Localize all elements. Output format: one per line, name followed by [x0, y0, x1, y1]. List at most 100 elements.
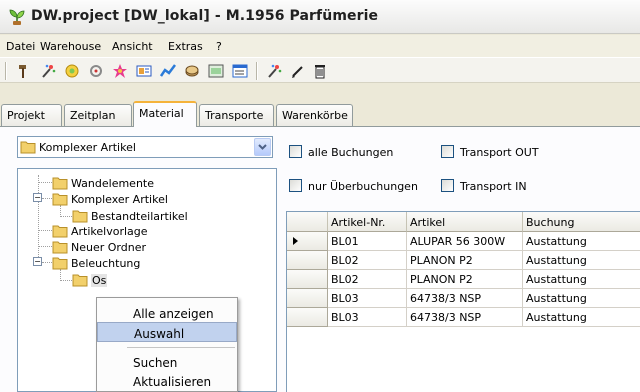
tree-connector — [38, 246, 52, 247]
lightbulb-star-icon[interactable] — [62, 61, 82, 81]
trash-icon[interactable] — [310, 61, 330, 81]
tree-node-label: Neuer Ordner — [71, 240, 146, 254]
menu-ansicht[interactable]: Ansicht — [112, 40, 153, 53]
toolbar-separator — [256, 62, 258, 80]
table-cell[interactable]: BL02 — [328, 251, 407, 270]
menu-bar: Datei Warehouse Ansicht Extras ? — [0, 35, 640, 57]
grid-corner — [287, 212, 328, 232]
row-header[interactable] — [287, 289, 328, 308]
menu-datei[interactable]: Datei — [6, 40, 35, 53]
star-burst-icon[interactable] — [110, 61, 130, 81]
table-cell[interactable]: ALUPAR 56 300W — [407, 232, 523, 251]
folder-icon — [20, 141, 36, 154]
category-combo[interactable]: Komplexer Artikel — [17, 136, 273, 158]
tree-node-label: Bestandteilartikel — [91, 209, 188, 223]
label-nur-ueberbuchungen: nur Überbuchungen — [308, 180, 418, 193]
tools-icon[interactable] — [86, 61, 106, 81]
title-bar: DW.project [DW_lokal] - M.1956 Parfümeri… — [0, 0, 640, 34]
row-header[interactable] — [287, 308, 328, 327]
tree-connector — [38, 182, 52, 183]
menu-separator — [127, 347, 235, 348]
table-cell[interactable]: Austattung — [523, 232, 640, 251]
label-alle-buchungen: alle Buchungen — [308, 146, 394, 159]
list-window-icon[interactable] — [230, 61, 250, 81]
table-cell[interactable]: Austattung — [523, 289, 640, 308]
tab-material[interactable]: Material — [133, 101, 197, 127]
toolbar-grip — [5, 62, 7, 80]
table-cell[interactable]: BL02 — [328, 270, 407, 289]
tree-connector — [42, 262, 52, 263]
tree-node-os[interactable]: Os — [72, 272, 108, 288]
table-cell[interactable]: PLANON P2 — [407, 251, 523, 270]
menu-item-suchen[interactable]: Suchen — [97, 352, 237, 372]
toolbar — [0, 57, 640, 83]
folder-icon — [52, 225, 68, 237]
column-header-artikel-nr[interactable]: Artikel-Nr. — [328, 212, 407, 232]
label-transport-in: Transport IN — [460, 180, 527, 193]
table-cell[interactable]: PLANON P2 — [407, 270, 523, 289]
wand-sparkle-icon[interactable] — [264, 61, 284, 81]
tree-connector — [42, 198, 52, 199]
tab-zeitplan[interactable]: Zeitplan — [64, 104, 132, 126]
chart-icon[interactable] — [158, 61, 178, 81]
tree-connector — [38, 175, 39, 257]
table-cell[interactable]: 64738/3 NSP — [407, 289, 523, 308]
table-cell[interactable]: BL01 — [328, 232, 407, 251]
checkbox-transport-in[interactable] — [441, 179, 454, 192]
tree-connector — [60, 216, 72, 217]
globe-disk-icon[interactable] — [182, 61, 202, 81]
menu-item-alle-anzeigen[interactable]: Alle anzeigen — [97, 303, 237, 323]
row-header[interactable] — [287, 232, 328, 251]
menu-item-auswahl[interactable]: Auswahl — [97, 322, 237, 342]
tree-node-artikelvorlage[interactable]: Artikelvorlage — [52, 223, 148, 239]
row-header[interactable] — [287, 270, 328, 289]
checkbox-alle-buchungen[interactable] — [289, 145, 302, 158]
menu-item-aktualisieren[interactable]: Aktualisieren — [97, 371, 237, 391]
menu-help[interactable]: ? — [216, 40, 222, 53]
tree-node-wandelemente[interactable]: Wandelemente — [52, 175, 154, 191]
hammer-icon[interactable] — [14, 61, 34, 81]
pencil-icon[interactable] — [288, 61, 308, 81]
tab-warenkoerbe[interactable]: Warenkörbe — [276, 104, 353, 126]
current-row-indicator-icon — [293, 237, 298, 245]
table-cell[interactable]: Austattung — [523, 270, 640, 289]
folder-icon — [52, 193, 68, 205]
tab-bar: Projekt Zeitplan Material Transporte War… — [0, 101, 640, 127]
tree-node-label: Beleuchtung — [71, 256, 141, 270]
label-transport-out: Transport OUT — [460, 146, 539, 159]
row-header[interactable] — [287, 251, 328, 270]
tree-node-label: Komplexer Artikel — [71, 192, 168, 206]
table-cell[interactable]: 64738/3 NSP — [407, 308, 523, 327]
context-menu: Alle anzeigen Auswahl Suchen Aktualisier… — [96, 297, 238, 392]
table-cell[interactable]: BL03 — [328, 308, 407, 327]
magic-wand-icon[interactable] — [38, 61, 58, 81]
tree-expander[interactable]: − — [33, 257, 42, 266]
image-icon[interactable] — [206, 61, 226, 81]
column-header-buchung[interactable]: Buchung — [523, 212, 640, 232]
checkbox-transport-out[interactable] — [441, 145, 454, 158]
card-icon[interactable] — [134, 61, 154, 81]
tree-node-bestandteilartikel[interactable]: Bestandteilartikel — [72, 208, 188, 224]
tree-node-neuer-ordner[interactable]: Neuer Ordner — [52, 239, 146, 255]
tree-connector — [38, 230, 52, 231]
combo-value: Komplexer Artikel — [39, 141, 136, 154]
folder-icon — [72, 274, 88, 286]
tree-node-komplexer-artikel[interactable]: Komplexer Artikel — [52, 191, 168, 207]
checkbox-nur-ueberbuchungen[interactable] — [289, 179, 302, 192]
tab-projekt[interactable]: Projekt — [1, 104, 62, 126]
table-cell[interactable]: BL03 — [328, 289, 407, 308]
tree-expander[interactable]: − — [33, 193, 42, 202]
folder-icon — [52, 241, 68, 253]
folder-icon — [52, 177, 68, 189]
menu-warehouse[interactable]: Warehouse — [40, 40, 101, 53]
tree-node-label: Os — [91, 273, 108, 287]
table-cell[interactable]: Austattung — [523, 308, 640, 327]
column-header-artikel[interactable]: Artikel — [407, 212, 523, 232]
tree-node-beleuchtung[interactable]: Beleuchtung — [52, 255, 140, 271]
menu-extras[interactable]: Extras — [168, 40, 203, 53]
chevron-down-icon[interactable] — [254, 138, 271, 156]
table-cell[interactable]: Austattung — [523, 251, 640, 270]
bookings-grid[interactable]: Artikel-Nr. Artikel Buchung BL01 ALUPAR … — [286, 211, 640, 392]
folder-icon — [72, 210, 88, 222]
tab-transporte[interactable]: Transporte — [199, 104, 274, 126]
